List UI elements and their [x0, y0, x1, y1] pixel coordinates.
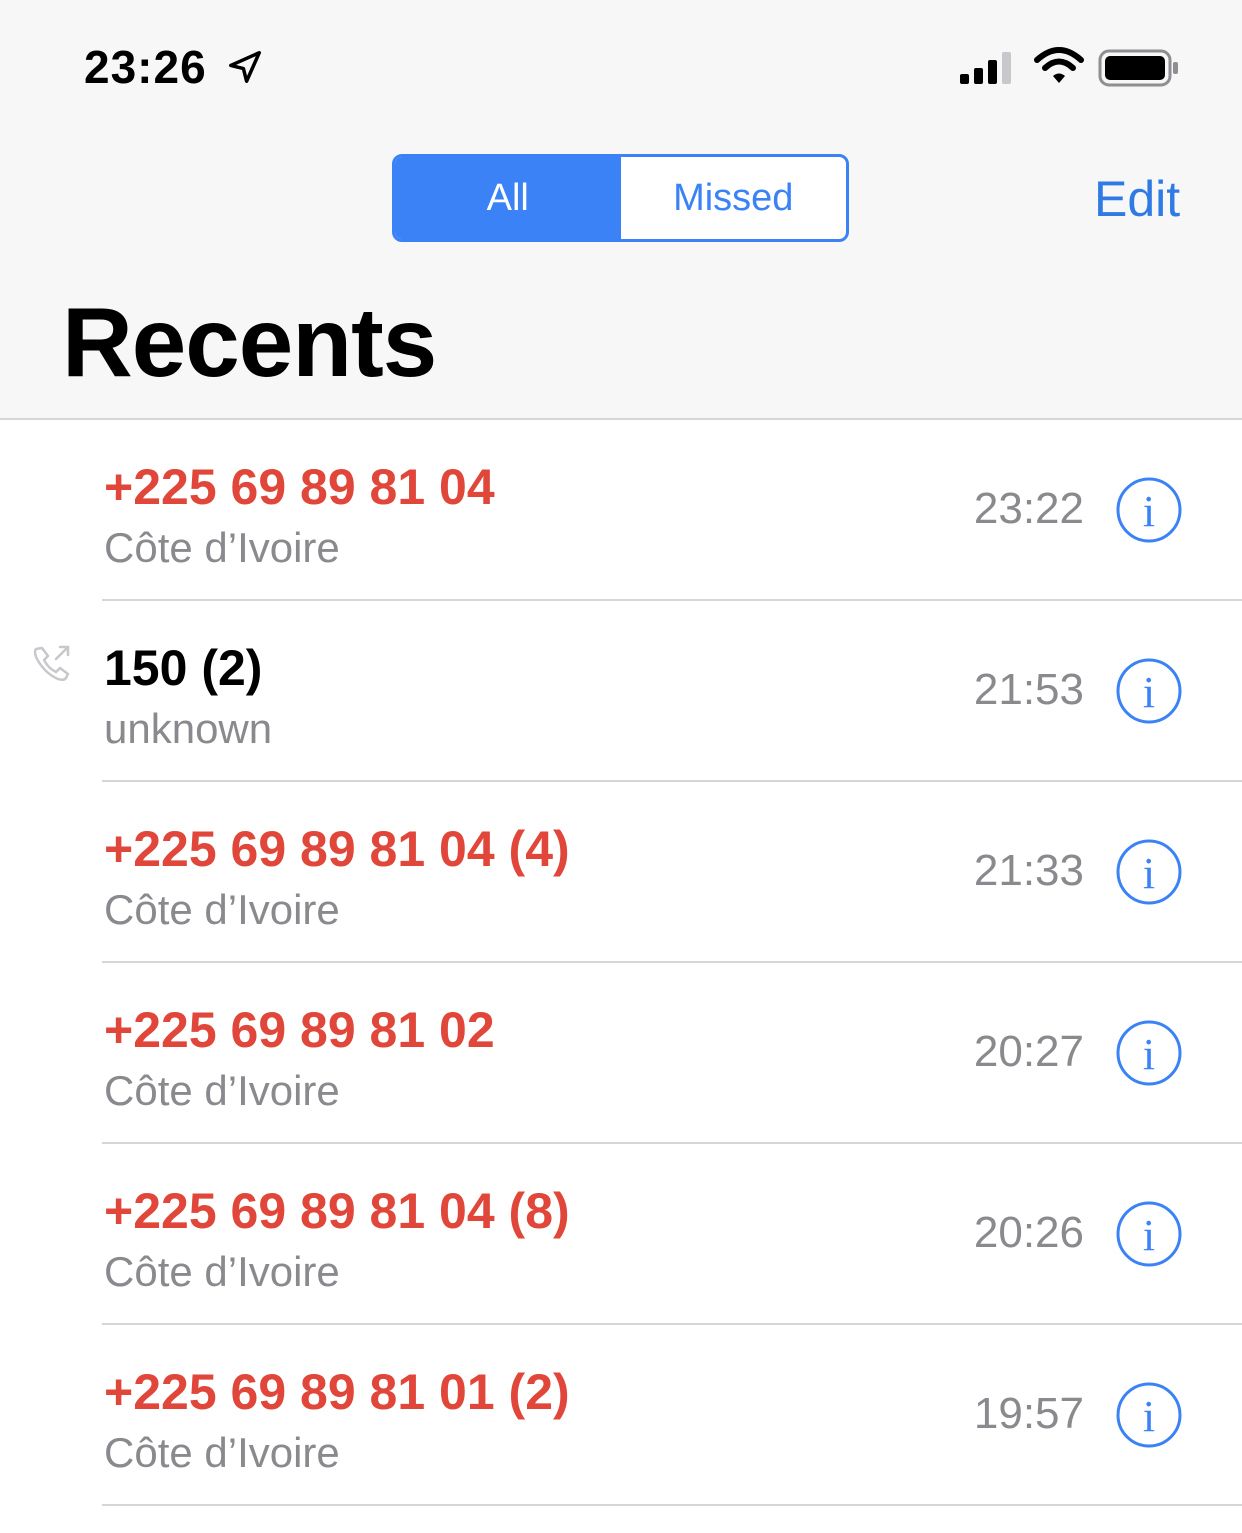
wifi-icon [1034, 47, 1084, 83]
call-time: 19:57 [973, 1389, 1084, 1438]
call-row[interactable]: +225 69 89 81 04 Côte d’Ivoire 23:22 i [0, 420, 1242, 601]
info-icon[interactable]: i [1115, 1019, 1183, 1087]
caller-number: +225 69 89 81 01 (2) [104, 1364, 570, 1420]
call-time: 20:26 [973, 1208, 1084, 1257]
call-time: 21:33 [973, 846, 1084, 895]
caller-label: Côte d’Ivoire [104, 1248, 340, 1295]
svg-text:i: i [1143, 487, 1155, 536]
call-time: 20:27 [973, 1027, 1084, 1076]
calls-filter-segmented-control: All Missed [392, 154, 849, 242]
outgoing-call-icon [33, 645, 70, 682]
status-bar-time: 23:26 [84, 41, 207, 93]
svg-text:i: i [1143, 1030, 1155, 1079]
info-icon[interactable]: i [1115, 838, 1183, 906]
call-row[interactable]: 150 (2) unknown 21:53 i [0, 601, 1242, 782]
call-row[interactable]: +225 69 89 81 01 (2) Côte d’Ivoire 19:57… [0, 1325, 1242, 1506]
caller-number: +225 69 89 81 04 [104, 459, 495, 515]
svg-text:i: i [1143, 1392, 1155, 1441]
caller-label: Côte d’Ivoire [104, 1429, 340, 1476]
caller-number: +225 69 89 81 02 [104, 1002, 495, 1058]
caller-number: +225 69 89 81 04 (8) [104, 1183, 570, 1239]
svg-text:i: i [1143, 1211, 1155, 1260]
call-time: 21:53 [973, 665, 1084, 714]
edit-button[interactable]: Edit [1094, 170, 1180, 228]
call-time: 23:22 [973, 484, 1084, 533]
battery-icon [1098, 49, 1178, 87]
info-icon[interactable]: i [1115, 657, 1183, 725]
caller-label: Côte d’Ivoire [104, 524, 340, 571]
caller-label: Côte d’Ivoire [104, 1067, 340, 1114]
call-row[interactable]: +225 69 89 81 04 (4) Côte d’Ivoire 21:33… [0, 782, 1242, 963]
recent-calls-list: +225 69 89 81 04 Côte d’Ivoire 23:22 i 1… [0, 420, 1242, 1506]
caller-label: unknown [104, 705, 273, 752]
call-row[interactable]: +225 69 89 81 04 (8) Côte d’Ivoire 20:26… [0, 1144, 1242, 1325]
info-icon[interactable]: i [1115, 1200, 1183, 1268]
info-icon[interactable]: i [1115, 476, 1183, 544]
call-row[interactable]: +225 69 89 81 02 Côte d’Ivoire 20:27 i [0, 963, 1242, 1144]
svg-text:i: i [1143, 849, 1155, 898]
segment-missed[interactable]: Missed [621, 157, 847, 239]
caller-label: Côte d’Ivoire [104, 886, 340, 933]
location-arrow-icon [229, 51, 261, 83]
page-title: Recents [62, 287, 437, 397]
segment-all[interactable]: All [395, 157, 621, 239]
cellular-signal-icon [960, 52, 1011, 84]
caller-number: 150 (2) [104, 640, 263, 696]
caller-number: +225 69 89 81 04 (4) [104, 821, 570, 877]
info-icon[interactable]: i [1115, 1381, 1183, 1449]
navigation-header: 23:26 All Missed Edit Recents [0, 0, 1242, 420]
svg-text:i: i [1143, 668, 1155, 717]
